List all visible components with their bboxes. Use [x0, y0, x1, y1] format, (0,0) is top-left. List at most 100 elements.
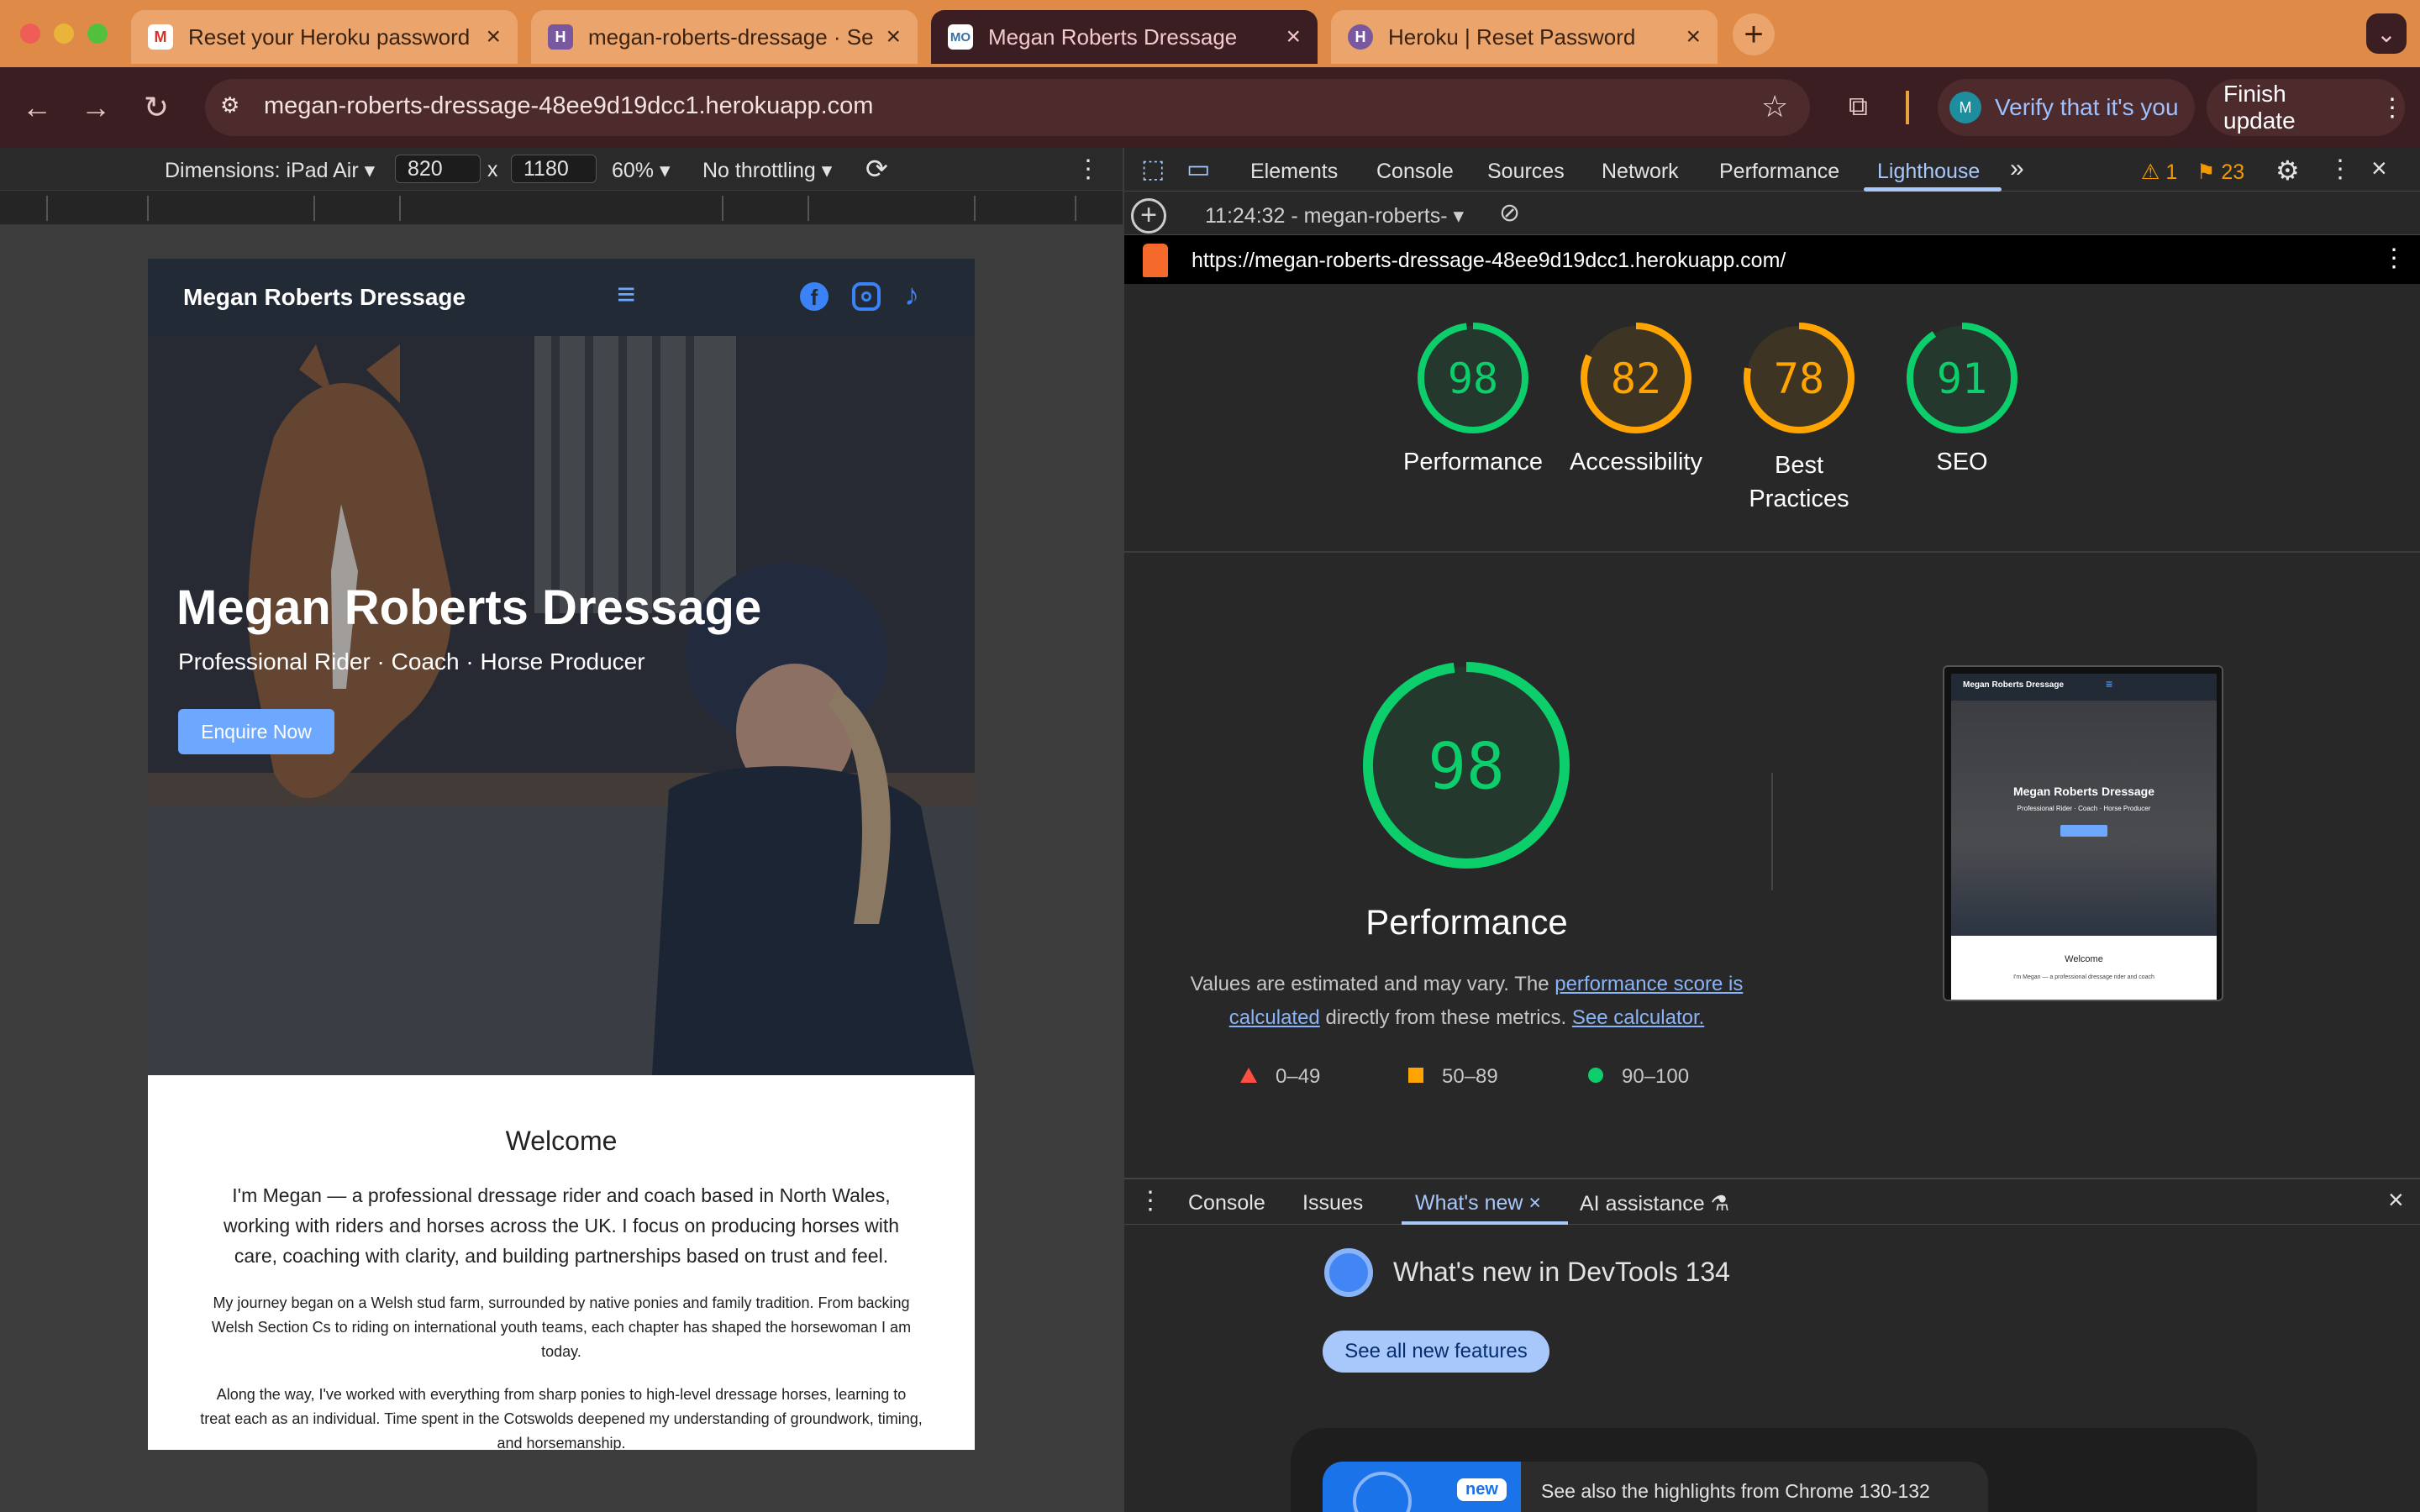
- drawer-tab-console[interactable]: Console: [1188, 1191, 1265, 1215]
- tab-elements[interactable]: Elements: [1250, 160, 1338, 184]
- tab-network[interactable]: Network: [1602, 160, 1679, 184]
- new-tab-button[interactable]: +: [1733, 13, 1775, 55]
- facebook-icon[interactable]: f: [800, 282, 829, 311]
- extensions-icon[interactable]: ⧉: [1849, 91, 1868, 123]
- device-select[interactable]: Dimensions: iPad Air ▾: [165, 158, 375, 183]
- bookmark-star-icon[interactable]: ☆: [1761, 89, 1788, 124]
- throttle-select[interactable]: No throttling ▾: [702, 158, 832, 183]
- site-info-icon[interactable]: ⚙: [220, 92, 252, 123]
- device-toggle-icon[interactable]: ▭: [1186, 155, 1210, 184]
- thumb-menu-icon: ≡: [2106, 677, 2113, 690]
- devtools-drawer: ⋮ Console Issues What's new × AI assista…: [1124, 1178, 2420, 1512]
- close-icon[interactable]: ×: [1528, 1191, 1541, 1215]
- whats-new-heading: What's new in DevTools 134: [1393, 1257, 1730, 1287]
- more-menu-icon[interactable]: ⋮: [2380, 93, 2405, 123]
- new-report-icon[interactable]: +: [1131, 198, 1166, 234]
- heroku-icon: H: [548, 24, 573, 50]
- more-tabs-icon[interactable]: »: [2010, 155, 2024, 183]
- reload-button[interactable]: ↻: [134, 86, 178, 129]
- tab-megan-roberts-dressage[interactable]: MO Megan Roberts Dressage ×: [931, 10, 1318, 64]
- zoom-label: 60%: [612, 159, 655, 182]
- see-calculator-link[interactable]: See calculator.: [1572, 1006, 1704, 1029]
- tab-performance[interactable]: Performance: [1719, 160, 1839, 184]
- warnings-count: 1: [2165, 160, 2178, 184]
- active-tab-indicator: [1402, 1221, 1568, 1225]
- close-devtools-icon[interactable]: ×: [2371, 153, 2387, 184]
- tiktok-icon[interactable]: ♪: [904, 277, 919, 312]
- thumb-title: Megan Roberts Dressage: [2012, 785, 2155, 798]
- score-gauge-best-practices[interactable]: 78 Best Practices: [1719, 321, 1879, 516]
- device-toolbar: Dimensions: iPad Air ▾ 820 x 1180 60% ▾ …: [0, 148, 1123, 190]
- clear-reports-icon[interactable]: ⊘: [1499, 198, 1520, 228]
- flask-icon: ⚗: [1710, 1192, 1730, 1215]
- tab-console[interactable]: Console: [1376, 160, 1454, 184]
- tab-heroku-reset[interactable]: H Heroku | Reset Password ×: [1331, 10, 1718, 64]
- issues-counter[interactable]: ⚑ 23: [2196, 160, 2244, 185]
- report-url[interactable]: https://megan-roberts-dressage-48ee9d19d…: [1192, 249, 1786, 273]
- tab-gmail[interactable]: M Reset your Heroku password ×: [131, 10, 518, 64]
- drawer-tab-ai-assistance[interactable]: AI assistance ⚗: [1580, 1191, 1729, 1216]
- page-screenshot-thumbnail[interactable]: Megan Roberts Dressage ≡ Megan Roberts D…: [1943, 665, 2223, 1001]
- play-icon: [1353, 1472, 1412, 1512]
- gauge-ring: 91: [1907, 323, 2018, 433]
- report-select[interactable]: 11:24:32 - megan-roberts- ▾: [1205, 203, 1464, 228]
- drawer-menu-icon[interactable]: ⋮: [1138, 1186, 1163, 1215]
- close-icon[interactable]: ×: [886, 23, 901, 51]
- close-window-button[interactable]: [20, 24, 40, 44]
- score-gauge-accessibility[interactable]: 82 Accessibility: [1556, 321, 1716, 476]
- instagram-icon[interactable]: [852, 282, 881, 311]
- report-menu-icon[interactable]: ⋮: [2381, 244, 2407, 273]
- performance-note: Values are estimated and may vary. The p…: [1183, 968, 1750, 1035]
- performance-main-gauge: 98: [1361, 660, 1571, 870]
- square-icon: [1408, 1068, 1423, 1083]
- width-input[interactable]: 820: [395, 155, 481, 183]
- rotate-icon[interactable]: ⟳: [865, 153, 888, 185]
- minimize-window-button[interactable]: [54, 24, 74, 44]
- highlights-card[interactable]: new See also the highlights from Chrome …: [1323, 1462, 1988, 1512]
- gauge-label: Accessibility: [1570, 449, 1702, 475]
- back-button[interactable]: ←: [15, 86, 59, 129]
- site-brand[interactable]: Megan Roberts Dressage: [183, 284, 466, 311]
- performance-heading: Performance: [1365, 902, 1568, 942]
- close-icon[interactable]: ×: [1286, 23, 1301, 51]
- settings-gear-icon[interactable]: ⚙: [2275, 155, 2300, 186]
- times-sign: x: [487, 158, 498, 181]
- warnings-counter[interactable]: ⚠ 1: [2141, 160, 2177, 185]
- maximize-window-button[interactable]: [87, 24, 108, 44]
- customize-menu-icon[interactable]: ⋮: [2328, 155, 2353, 184]
- enquire-now-button[interactable]: Enquire Now: [178, 709, 334, 754]
- forward-button[interactable]: →: [74, 86, 118, 129]
- close-drawer-icon[interactable]: ×: [2388, 1184, 2404, 1215]
- highlights-thumbnail: new: [1323, 1462, 1521, 1512]
- legend-range: 0–49: [1276, 1065, 1321, 1088]
- score-gauge-performance[interactable]: 98 Performance: [1393, 321, 1553, 476]
- tab-heroku-settings[interactable]: H megan-roberts-dressage · Se ×: [531, 10, 918, 64]
- close-icon[interactable]: ×: [1686, 23, 1701, 51]
- drawer-tab-issues[interactable]: Issues: [1302, 1191, 1363, 1215]
- tab-sources[interactable]: Sources: [1487, 160, 1565, 184]
- verify-identity-chip[interactable]: M Verify that it's you: [1938, 79, 2195, 136]
- finish-update-button[interactable]: Finish update ⋮: [2207, 79, 2405, 136]
- issues-count: 23: [2221, 160, 2245, 184]
- more-options-icon[interactable]: ⋮: [1076, 155, 1101, 184]
- report-url-bar: https://megan-roberts-dressage-48ee9d19d…: [1124, 235, 2420, 284]
- tab-lighthouse[interactable]: Lighthouse: [1877, 160, 1980, 184]
- drawer-tab-whats-new[interactable]: What's new ×: [1415, 1191, 1541, 1215]
- url-text[interactable]: megan-roberts-dressage-48ee9d19dcc1.hero…: [264, 92, 873, 120]
- score-gauge-seo[interactable]: 91 SEO: [1882, 321, 2042, 476]
- gauge-label: Best Practices: [1749, 452, 1849, 512]
- zoom-select[interactable]: 60% ▾: [612, 158, 671, 183]
- inspect-element-icon[interactable]: ⬚: [1141, 155, 1165, 184]
- see-all-features-button[interactable]: See all new features: [1323, 1331, 1549, 1373]
- close-icon[interactable]: ×: [486, 23, 501, 51]
- welcome-paragraph: Along the way, I've worked with everythi…: [200, 1386, 923, 1450]
- gauge-label: SEO: [1936, 449, 1988, 475]
- tab-search-button[interactable]: ⌄: [2366, 13, 2407, 54]
- hero-photo: [148, 336, 975, 1075]
- welcome-section: Welcome I'm Megan — a professional dress…: [148, 1075, 975, 1450]
- divider: [1771, 773, 1773, 890]
- height-input[interactable]: 1180: [511, 155, 597, 183]
- thumb-subtitle: Professional Rider · Coach · Horse Produ…: [2017, 805, 2151, 812]
- throttle-label: No throttling: [702, 159, 816, 182]
- hamburger-menu-icon[interactable]: ≡: [617, 277, 635, 313]
